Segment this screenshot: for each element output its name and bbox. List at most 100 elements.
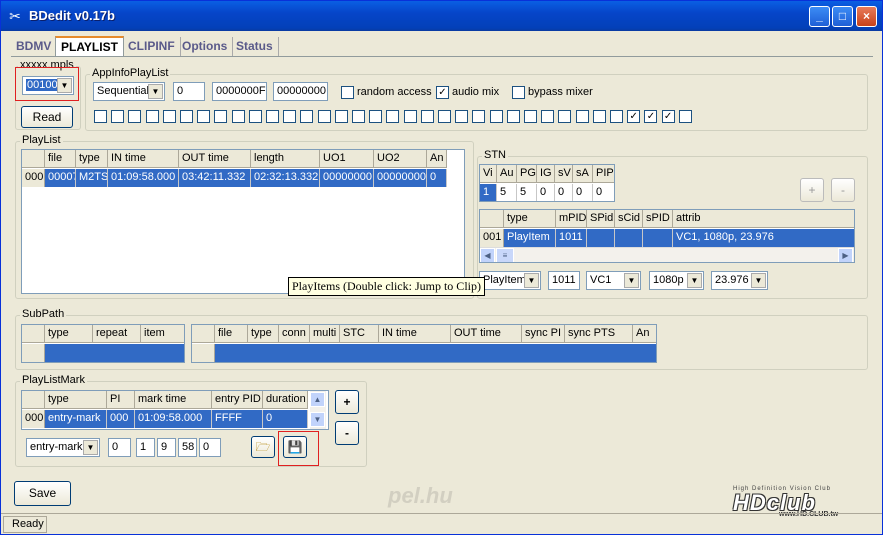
- uo-flag-checkbox[interactable]: [592, 110, 606, 123]
- stn-resolution-select[interactable]: 1080p ▼: [649, 271, 704, 290]
- table-cell[interactable]: VC1, 1080p, 23.976: [673, 229, 854, 247]
- table-cell[interactable]: [615, 229, 643, 247]
- save-button[interactable]: Save: [14, 481, 71, 506]
- column-header[interactable]: mPID: [556, 210, 587, 228]
- column-header[interactable]: repeat: [93, 325, 141, 343]
- uo-flag-checkbox[interactable]: [197, 110, 211, 123]
- table-cell[interactable]: 0: [537, 184, 555, 201]
- column-header[interactable]: conn: [279, 325, 310, 343]
- table-row[interactable]: [215, 344, 656, 362]
- tab-options[interactable]: Options: [177, 37, 234, 56]
- stn-add-button[interactable]: +: [800, 178, 824, 202]
- uo-flag-checkbox[interactable]: [506, 110, 520, 123]
- tab-status[interactable]: Status: [231, 37, 279, 56]
- uo-flag-checkbox[interactable]: [575, 110, 589, 123]
- uo-flag-checkbox[interactable]: [145, 110, 159, 123]
- stn-fps-select[interactable]: 23.976 ▼: [711, 271, 768, 290]
- column-header[interactable]: sCid: [615, 210, 643, 228]
- table-cell[interactable]: 01:09:58.000: [135, 410, 212, 428]
- minimize-button[interactable]: _: [809, 6, 830, 27]
- mark-frame-field[interactable]: 0: [199, 438, 221, 457]
- appinfo-field-3[interactable]: 00000000: [273, 82, 328, 101]
- playback-type-select[interactable]: Sequential ▼: [93, 82, 165, 101]
- table-cell[interactable]: 00000000: [320, 169, 374, 187]
- close-button[interactable]: ×: [856, 6, 877, 27]
- column-header[interactable]: STC: [340, 325, 379, 343]
- table-cell[interactable]: 0: [263, 410, 308, 428]
- column-header[interactable]: mark time: [135, 391, 212, 409]
- column-header[interactable]: OUT time: [179, 150, 251, 168]
- tab-playlist[interactable]: PLAYLIST: [55, 36, 124, 56]
- uo-flag-checkbox[interactable]: ✓: [644, 110, 658, 123]
- column-header[interactable]: IN time: [108, 150, 179, 168]
- mark-type-select[interactable]: entry-mark ▼: [26, 438, 100, 457]
- column-header[interactable]: file: [45, 150, 76, 168]
- table-cell[interactable]: 0: [427, 169, 447, 187]
- column-header[interactable]: type: [45, 325, 93, 343]
- uo-flag-checkbox[interactable]: ✓: [661, 110, 675, 123]
- scroll-right-icon[interactable]: ▶: [838, 248, 853, 262]
- uo-flag-checkbox[interactable]: [403, 110, 417, 123]
- table-cell[interactable]: 1011: [556, 229, 587, 247]
- appinfo-field-2[interactable]: 0000000F: [212, 82, 267, 101]
- uo-flag-checkbox[interactable]: [472, 110, 486, 123]
- table-cell[interactable]: 1: [480, 184, 497, 201]
- table-cell[interactable]: FFFF: [212, 410, 263, 428]
- column-header[interactable]: duration: [263, 391, 308, 409]
- table-cell[interactable]: entry-mark: [45, 410, 107, 428]
- mark-minute-field[interactable]: 9: [157, 438, 176, 457]
- column-header[interactable]: length: [251, 150, 320, 168]
- table-cell[interactable]: 0: [573, 184, 593, 201]
- column-header[interactable]: entry PID: [212, 391, 263, 409]
- column-header[interactable]: type: [504, 210, 556, 228]
- table-cell[interactable]: [587, 229, 615, 247]
- table-row-header[interactable]: 001: [480, 229, 504, 247]
- random-access-checkbox[interactable]: [341, 86, 354, 99]
- mark-add-button[interactable]: +: [335, 390, 359, 414]
- table-row-header[interactable]: 000: [22, 410, 45, 428]
- uo-flag-checkbox[interactable]: [386, 110, 400, 123]
- mark-pi-field[interactable]: 0: [108, 438, 131, 457]
- playlist-grid[interactable]: file type IN time OUT time length UO1 UO…: [21, 149, 465, 294]
- stn-stream-grid[interactable]: type mPID SPid sCid sPID attrib 001 Play…: [479, 209, 855, 263]
- uo-flag-checkbox[interactable]: [300, 110, 314, 123]
- table-row[interactable]: [45, 344, 184, 362]
- mark-second-field[interactable]: 58: [178, 438, 197, 457]
- save-mark-button[interactable]: 💾: [283, 436, 307, 458]
- column-header[interactable]: An: [427, 150, 447, 168]
- column-header[interactable]: UO2: [374, 150, 427, 168]
- uo-flag-checkbox[interactable]: [214, 110, 228, 123]
- subpath-grid[interactable]: type repeat item: [21, 324, 185, 363]
- uo-flag-checkbox[interactable]: [128, 110, 142, 123]
- column-header[interactable]: OUT time: [451, 325, 522, 343]
- stn-remove-button[interactable]: -: [831, 178, 855, 202]
- column-header[interactable]: type: [248, 325, 279, 343]
- uo-flag-checkbox[interactable]: [162, 110, 176, 123]
- column-header[interactable]: sPID: [643, 210, 673, 228]
- table-cell[interactable]: 000: [107, 410, 135, 428]
- stn-type-select[interactable]: PlayItem ▼: [479, 271, 541, 290]
- playlistmark-grid[interactable]: type PI mark time entry PID duration 000…: [21, 390, 329, 430]
- column-header[interactable]: sync PI: [522, 325, 565, 343]
- uo-flag-checkbox[interactable]: [334, 110, 348, 123]
- stn-pid-field[interactable]: 1011: [548, 271, 580, 290]
- table-row-header[interactable]: [192, 344, 215, 362]
- tab-bdmv[interactable]: BDMV: [11, 37, 58, 56]
- uo-flag-checkbox[interactable]: [231, 110, 245, 123]
- mark-vscrollbar[interactable]: ▲ ▼: [310, 391, 326, 429]
- table-cell[interactable]: 03:42:11.332: [179, 169, 251, 187]
- table-cell[interactable]: PlayItem: [504, 229, 556, 247]
- stn-codec-select[interactable]: VC1 ▼: [586, 271, 641, 290]
- column-header[interactable]: file: [215, 325, 248, 343]
- mark-remove-button[interactable]: -: [335, 421, 359, 445]
- table-cell[interactable]: 00000000: [374, 169, 427, 187]
- mark-hour-field[interactable]: 1: [136, 438, 155, 457]
- column-header[interactable]: UO1: [320, 150, 374, 168]
- uo-flag-checkbox[interactable]: [558, 110, 572, 123]
- uo-flag-checkbox[interactable]: [283, 110, 297, 123]
- open-folder-button[interactable]: 🗁: [251, 436, 275, 458]
- uo-flag-checkbox[interactable]: [248, 110, 262, 123]
- column-header[interactable]: sync PTS: [565, 325, 633, 343]
- uo-flag-checkbox[interactable]: ✓: [627, 110, 641, 123]
- column-header[interactable]: item: [141, 325, 184, 343]
